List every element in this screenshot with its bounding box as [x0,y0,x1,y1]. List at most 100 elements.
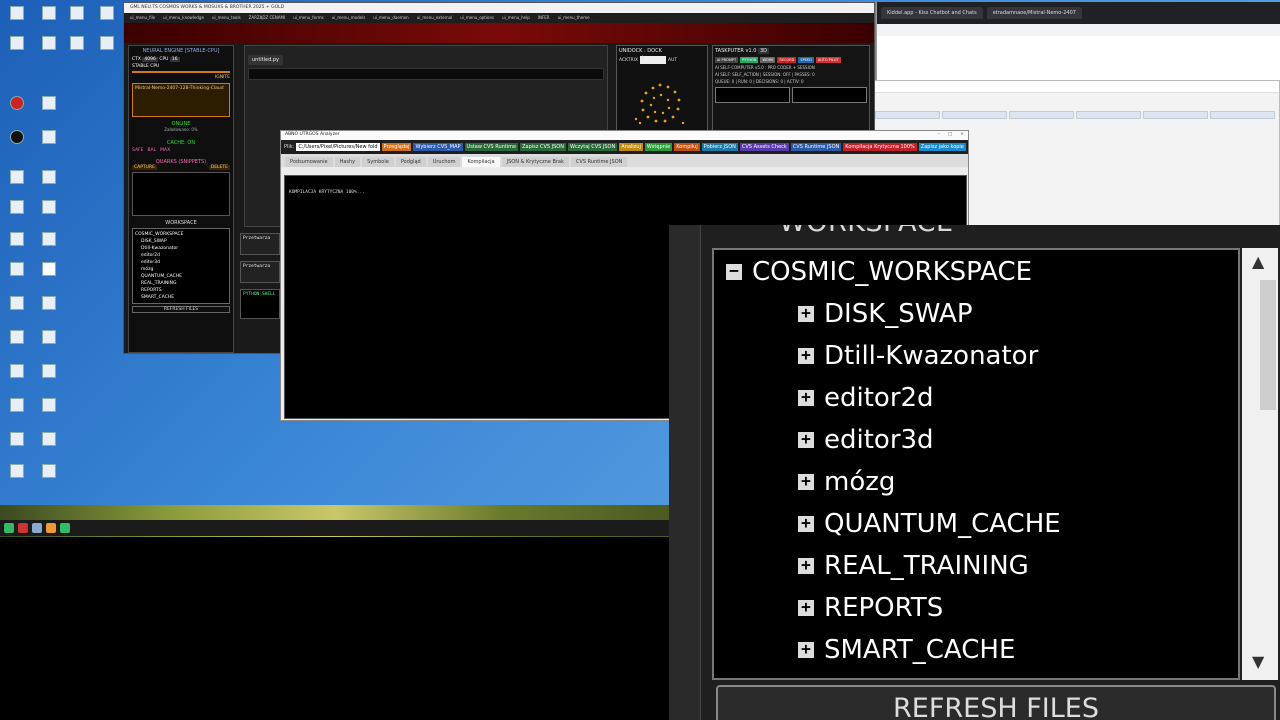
tree-root[interactable]: COSMIC_WORKSPACE [135,231,227,238]
tree-item[interactable]: DISK_SWAP [135,238,227,245]
tree-scrollbar[interactable]: ▲ ▼ [1242,248,1278,680]
expand-icon[interactable]: + [798,389,814,406]
stable-cpu-toggle[interactable]: STABLE CPU [129,63,233,70]
desktop-icon[interactable] [4,200,30,222]
scroll-thumb[interactable] [1260,280,1276,410]
desktop-icon[interactable] [36,36,62,58]
desktop-icon[interactable] [36,364,62,386]
desktop-icon[interactable] [94,36,120,58]
desktop-icon[interactable] [36,170,62,192]
desktop-icon[interactable] [36,200,62,222]
tree-folder-node[interactable]: + REPORTS [798,590,943,626]
desktop-icon[interactable] [36,96,62,118]
toolbar-item[interactable] [875,111,940,119]
tree-item[interactable]: SMART_CACHE [135,294,227,301]
menu-item[interactable]: ui_menu_forms [293,15,323,21]
menu-item[interactable]: ui_menu_tools [212,15,241,21]
unidock-select[interactable]: A [640,56,667,64]
analyzer-tab[interactable]: Hashy [334,157,361,167]
expand-icon[interactable]: + [798,473,814,490]
badge-auto-pilot[interactable]: AUTO PILOT [815,57,841,63]
desktop-icon[interactable] [4,36,30,58]
tree-item[interactable]: Dtill-Kwazonator [135,245,227,252]
analyzer-tab[interactable]: CVS Runtime JSON [570,157,628,167]
workspace-tree-mini[interactable]: COSMIC_WORKSPACE DISK_SWAP Dtill-Kwazona… [132,228,230,304]
desktop-icon[interactable] [4,6,30,28]
menu-item[interactable]: INFER [538,15,550,21]
tree-folder-node[interactable]: + mózg [798,464,895,500]
tree-item[interactable]: REPORTS [135,287,227,294]
desktop-icon[interactable] [36,432,62,454]
tree-root-node[interactable]: − COSMIC_WORKSPACE [726,254,1032,290]
toolbar-button[interactable]: Kompiluj [674,143,700,151]
mode-bal-button[interactable]: BAL [147,148,156,153]
toolbar-button[interactable]: Kompilacja Krytyczna 100% [843,143,917,151]
delete-button[interactable]: DELETE [208,165,230,170]
analyzer-tab[interactable]: JSON & Krytyczne Brak [501,157,569,167]
refresh-files-button[interactable]: REFRESH FILES [716,685,1276,720]
toolbar-button[interactable]: Analizuj [619,143,643,151]
desktop-icon[interactable] [94,6,120,28]
menu-item[interactable]: ui_menu_help [502,15,530,21]
desktop-icon[interactable] [4,96,30,118]
minimize-icon[interactable]: – [938,132,940,139]
toolbar-button[interactable]: Przeglądaj [381,143,412,151]
expand-icon[interactable]: + [798,347,814,364]
mode-safe-button[interactable]: SAFE [132,148,143,153]
maximize-icon[interactable]: □ [948,132,952,139]
taskbar-app-icon[interactable] [60,523,70,533]
model-selector[interactable]: Mistral-Nemo-2407-12B-Thinking-Claud [132,83,230,117]
auto-button[interactable]: AUT [668,58,677,63]
python-shell[interactable]: PYTHON SHELL [240,289,280,319]
taskbar-app-icon[interactable] [4,523,14,533]
expand-icon[interactable]: + [798,515,814,532]
tree-item[interactable]: QUANTUM_CACHE [135,273,227,280]
ignite-button[interactable]: IGNITE [129,74,233,81]
browser-tab[interactable]: etradamnaoe/Mistral-Nemo-2407 [986,7,1082,19]
taskbar-app-icon[interactable] [18,523,28,533]
badge-ai-prompt[interactable]: AI PROMPT [715,57,739,63]
toolbar-button[interactable]: Ustaw CVS Runtime [464,143,519,151]
toolbar-button[interactable]: Wstępnie [644,143,673,151]
desktop-icon[interactable] [36,296,62,318]
menu-item[interactable]: ZARZĄDZ CENAMI [249,15,286,21]
tree-folder-node[interactable]: + Dtill-Kwazonator [798,338,1038,374]
tree-item[interactable]: editor2d [135,252,227,259]
desktop-icon[interactable] [4,364,30,386]
scroll-down-icon[interactable]: ▼ [1252,652,1264,671]
tree-item[interactable]: REAL_TRAINING [135,280,227,287]
refresh-files-button-mini[interactable]: REFRESH FILES [132,306,230,313]
toolbar-button[interactable]: Zapisz CVS JSON [520,143,566,151]
analyzer-tab[interactable]: Kompilacja [462,157,500,167]
quarks-list[interactable] [132,172,230,216]
taskbar-app-icon[interactable] [46,523,56,533]
ctx-input[interactable]: 4096 [142,57,158,62]
menu-item[interactable]: ui_menu_models [332,15,366,21]
toolbar-item[interactable] [1009,111,1074,119]
menu-item[interactable]: ui_menu_external [417,15,453,21]
toolbar-item[interactable] [1210,111,1275,119]
desktop-icon[interactable] [36,232,62,254]
toolbar-item[interactable] [1076,111,1141,119]
expand-icon[interactable]: + [798,599,814,616]
desktop-icon[interactable] [64,36,90,58]
tree-folder-node[interactable]: + QUANTUM_CACHE [798,506,1061,542]
acktrix-checkbox[interactable]: ACKTRIX [619,58,638,63]
menu-item[interactable]: ui_menu_knowledge [163,15,204,21]
desktop-icon[interactable] [36,6,62,28]
desktop-icon[interactable] [4,296,30,318]
badge-work[interactable]: WORK [760,57,776,63]
tree-folder-node[interactable]: + SMART_CACHE [798,632,1015,668]
desktop-icon[interactable] [36,130,62,152]
desktop-icon[interactable] [4,262,30,284]
badge-speed[interactable]: SPEED [798,57,814,63]
analyzer-tab[interactable]: Uruchom [427,157,461,167]
toolbar-button[interactable]: Wybierz CVS_MAP [413,143,463,151]
badge-record[interactable]: RECORD [777,57,797,63]
view-mode-select[interactable]: 3D [758,48,770,54]
expand-icon[interactable]: + [798,305,814,322]
desktop-icon[interactable] [4,130,30,152]
desktop-icon[interactable] [4,464,30,486]
tree-folder-node[interactable]: + editor3d [798,422,934,458]
scroll-up-icon[interactable]: ▲ [1252,252,1264,271]
